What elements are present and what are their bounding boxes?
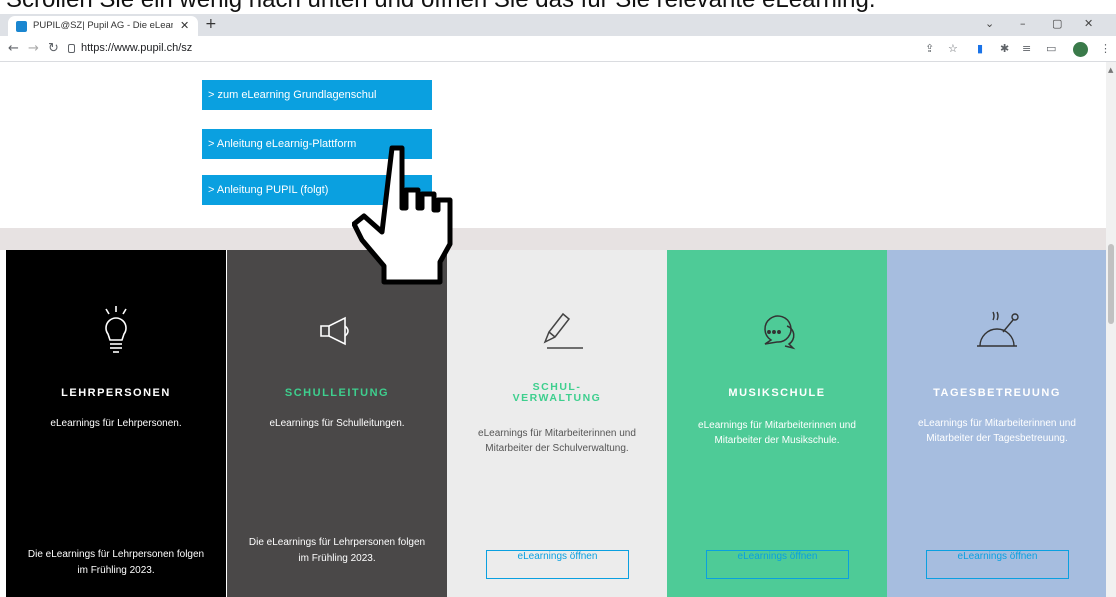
megaphone-icon — [227, 302, 447, 358]
forward-icon[interactable]: → — [28, 41, 39, 56]
open-elearnings-button[interactable]: eLearnings öffnen — [706, 550, 849, 579]
favicon-icon — [16, 21, 27, 32]
restore-icon[interactable]: ▢ — [1052, 17, 1062, 30]
scrollbar-thumb[interactable] — [1108, 244, 1114, 324]
food-cloche-icon — [887, 302, 1107, 358]
window-close-icon[interactable]: ✕ — [1084, 17, 1093, 30]
star-icon[interactable]: ☆ — [948, 42, 958, 55]
side-panel-icon[interactable]: ▭ — [1046, 42, 1056, 55]
chevron-down-icon[interactable]: ⌄ — [985, 17, 994, 30]
scroll-up-icon[interactable]: ▲ — [1108, 66, 1113, 74]
avatar[interactable] — [1073, 42, 1088, 57]
reload-icon[interactable]: ↻ — [48, 41, 59, 56]
card-footer-note: Die eLearnings für Lehrpersonen folgen i… — [27, 549, 205, 576]
card-description: eLearnings für Lehrpersonen. — [50, 418, 182, 429]
back-icon[interactable]: ← — [8, 41, 19, 56]
card-description: eLearnings für Mitarbeiterinnen und Mita… — [698, 420, 856, 446]
card-description: eLearnings für Mitarbeiterinnen und Mita… — [478, 428, 636, 454]
share-icon[interactable]: ⇪ — [925, 42, 934, 55]
page-content: > zum eLearning Grundlagenschul > Anleit… — [0, 62, 1116, 597]
card-tagesbetreuung: TAGESBETREUUNG eLearnings für Mitarbeite… — [887, 250, 1107, 597]
address-bar[interactable]: https://www.pupil.ch/sz — [81, 42, 192, 54]
open-elearnings-button[interactable]: eLearnings öffnen — [926, 550, 1069, 579]
tutorial-caption: Scrollen Sie ein wenig nach unten und öf… — [0, 0, 1116, 14]
page-scrollbar[interactable]: ▲ — [1106, 62, 1116, 597]
card-musikschule: MUSIKSCHULE eLearnings für Mitarbeiterin… — [667, 250, 887, 597]
card-description: eLearnings für Schulleitungen. — [269, 418, 405, 429]
menu-icon[interactable]: ⋮ — [1100, 42, 1111, 55]
card-footer-note: Die eLearnings für Lehrpersonen folgen i… — [248, 537, 426, 564]
pencil-icon — [447, 302, 667, 358]
card-heading: LEHRPERSONEN — [61, 387, 171, 399]
lock-icon — [68, 44, 75, 53]
browser-toolbar: ← → ↻ https://www.pupil.ch/sz ⇪ ☆ ▮ ✱ ≡ … — [0, 36, 1116, 62]
chat-bubbles-icon — [667, 302, 887, 358]
hand-cursor-icon — [352, 145, 453, 285]
puzzle-icon[interactable]: ✱ — [1000, 42, 1009, 55]
card-lehrpersonen: LEHRPERSONEN eLearnings für Lehrpersonen… — [6, 250, 226, 597]
tab-title: PUPIL@SZ| Pupil AG - Die eLearn — [33, 20, 173, 31]
close-icon[interactable]: ✕ — [180, 19, 189, 32]
lightbulb-icon — [6, 302, 226, 358]
minimize-icon[interactable]: – — [1020, 17, 1026, 30]
reading-list-icon[interactable]: ≡ — [1022, 42, 1031, 55]
card-heading: TAGESBETREUUNG — [933, 387, 1061, 399]
open-elearnings-button[interactable]: eLearnings öffnen — [486, 550, 629, 579]
card-heading: SCHULLEITUNG — [284, 387, 390, 399]
browser-tab[interactable]: PUPIL@SZ| Pupil AG - Die eLearn ✕ — [8, 16, 198, 36]
extension-icon[interactable]: ▮ — [977, 42, 983, 55]
divider-band — [0, 228, 1116, 250]
card-description: eLearnings für Mitarbeiterinnen und Mita… — [918, 418, 1076, 444]
card-heading: MUSIKSCHULE — [728, 387, 826, 399]
card-heading: SCHUL- VERWALTUNG — [512, 381, 602, 404]
link-elearning-grundlagen[interactable]: > zum eLearning Grundlagenschul — [202, 80, 432, 110]
browser-tab-strip: PUPIL@SZ| Pupil AG - Die eLearn ✕ + ⌄ – … — [0, 14, 1116, 36]
plus-icon[interactable]: + — [205, 16, 217, 32]
